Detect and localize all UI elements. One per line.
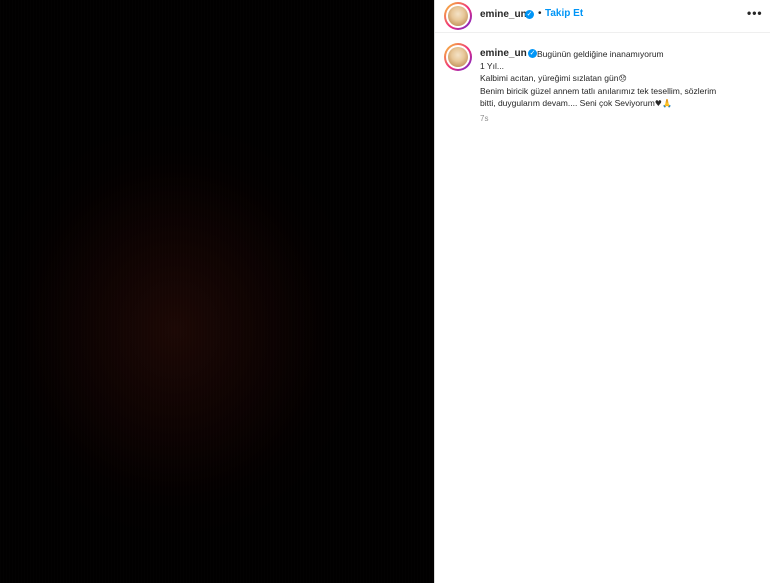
post-header: emine_un ✓ • Takip Et ••• xyxy=(435,0,770,33)
avatar[interactable] xyxy=(444,43,472,71)
caption-line: bitti, duygularım devam.... Seni çok Sev… xyxy=(480,98,672,108)
separator-dot: • xyxy=(538,8,542,19)
verified-badge-icon: ✓ xyxy=(525,10,534,19)
caption-line: Benim biricik güzel annem tatlı anılarım… xyxy=(480,86,717,96)
caption-text: Bugünün geldiğine inanamıyorum 1 Yıl... … xyxy=(480,48,765,110)
avatar-photo xyxy=(448,47,468,67)
post-media-image[interactable] xyxy=(0,0,434,583)
post-side-panel: emine_un ✓ • Takip Et ••• emine_un ✓ Bug… xyxy=(434,0,770,583)
sad-face-emoji-icon: 😞 xyxy=(618,74,627,83)
more-options-icon[interactable]: ••• xyxy=(747,6,763,20)
avatar-photo xyxy=(448,6,468,26)
follow-button[interactable]: Takip Et xyxy=(545,8,583,19)
avatar[interactable] xyxy=(444,2,472,30)
heart-praying-hands-emoji-icon: ♥🙏 xyxy=(654,99,672,108)
post-timestamp[interactable]: 7s xyxy=(480,114,488,123)
caption-line: Kalbimi acıtan, yüreğimi sızlatan gün😞 xyxy=(480,73,627,83)
media-overlay xyxy=(0,0,434,583)
header-username[interactable]: emine_un xyxy=(480,9,527,20)
caption-line: Bugünün geldiğine inanamıyorum xyxy=(537,49,664,59)
caption-line: 1 Yıl... xyxy=(480,61,504,71)
